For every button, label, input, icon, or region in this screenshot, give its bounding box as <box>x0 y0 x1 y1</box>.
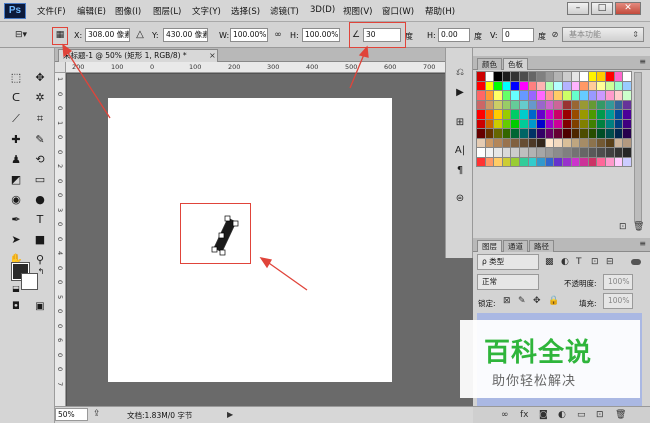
arrow-to-angle <box>349 51 366 89</box>
transform-handle[interactable] <box>232 220 239 227</box>
annotation-arrows <box>62 43 369 291</box>
arrow-to-shape <box>265 260 308 291</box>
arrowhead-reference-point <box>62 43 73 58</box>
transform-handle[interactable] <box>219 249 226 256</box>
transform-handle[interactable] <box>224 215 231 222</box>
annotation-overlay <box>62 43 369 291</box>
transform-handle[interactable] <box>211 246 218 253</box>
arrowhead-angle <box>358 45 369 58</box>
rotated-shape <box>211 215 239 256</box>
arrow-to-reference-point <box>65 49 111 119</box>
arrowhead-shape <box>259 257 273 269</box>
transform-handle[interactable] <box>218 232 225 239</box>
